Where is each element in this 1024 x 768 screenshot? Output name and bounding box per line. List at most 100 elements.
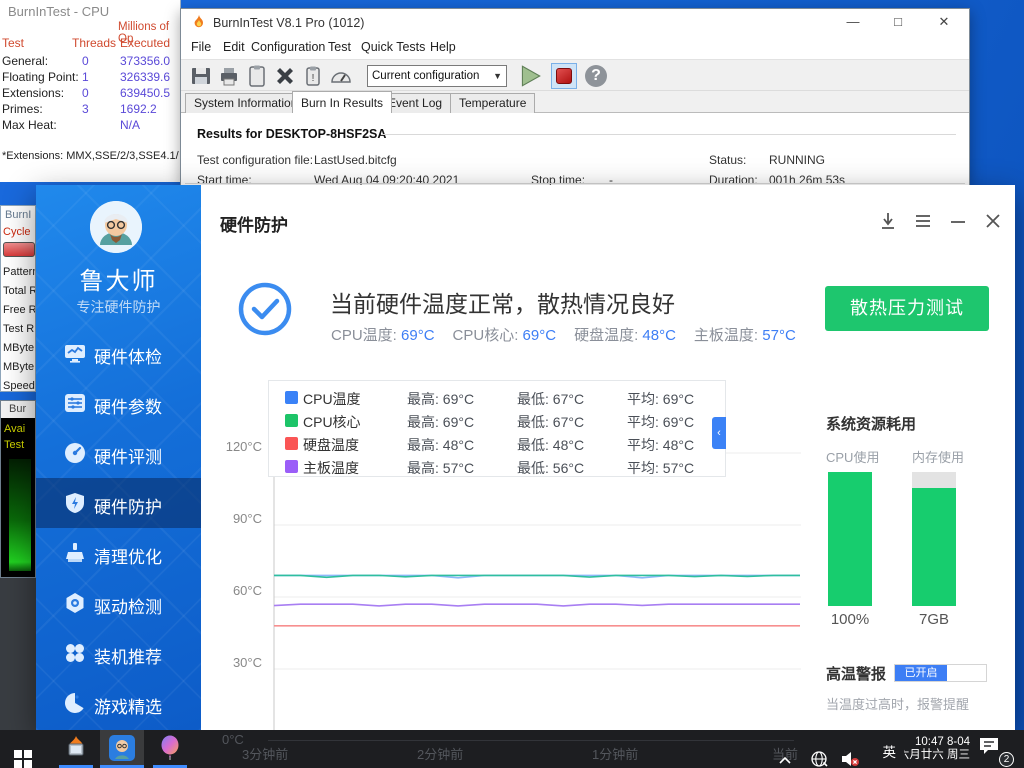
y-tick: 120°C bbox=[218, 439, 262, 454]
burnintest-memory-window: BurnI Cycle Pattern Total R Free R Test … bbox=[0, 205, 36, 392]
cpu-usage-bar bbox=[828, 472, 872, 606]
extensions-footnote: *Extensions: MMX,SSE/2/3,SSE4.1/ bbox=[2, 150, 179, 162]
menu-icon[interactable] bbox=[913, 211, 933, 231]
config-file-label: Test configuration file: bbox=[197, 153, 313, 167]
status-value: RUNNING bbox=[769, 153, 825, 167]
chart-y-zero-label: 0°C bbox=[222, 732, 244, 747]
legend-swatch bbox=[285, 414, 298, 427]
configuration-dropdown[interactable]: Current configuration ▼ bbox=[367, 65, 507, 87]
close-icon[interactable] bbox=[983, 211, 1003, 231]
sidebar-item-hardware-protection[interactable]: 硬件防护 bbox=[36, 478, 201, 528]
alarm-toggle[interactable]: 已开启 bbox=[894, 664, 987, 682]
svg-text:!: ! bbox=[312, 73, 315, 84]
check-circle-icon bbox=[237, 281, 293, 337]
temperature-summary: CPU温度: 69°CCPU核心: 69°C硬盘温度: 48°C主板温度: 57… bbox=[331, 324, 814, 345]
maximize-button[interactable]: □ bbox=[881, 9, 915, 37]
col-threads: Threads bbox=[72, 36, 116, 50]
sidebar-item-hardware-params[interactable]: 硬件参数 bbox=[36, 378, 201, 428]
taskbar-burnintest-icon[interactable] bbox=[54, 730, 98, 768]
start-icon[interactable] bbox=[14, 740, 32, 768]
legend-row: 硬盘温度最高: 48°C最低: 48°C平均: 48°C bbox=[269, 433, 727, 456]
sidebar-item-driver-detect[interactable]: 驱动检测 bbox=[36, 578, 201, 628]
tab-system-information[interactable]: System Information bbox=[185, 93, 306, 113]
sidebar-item-clean-optimize[interactable]: 清理优化 bbox=[36, 528, 201, 578]
nut-icon bbox=[64, 592, 86, 614]
taskbar: 0°C 3分钟前 2分钟前 1分钟前 当前 英 8-04 10:47 六月廿六 … bbox=[0, 730, 1024, 768]
burnintest-window: BurnInTest V8.1 Pro (1012) — □ ✕ File Ed… bbox=[180, 8, 970, 185]
menu-test[interactable]: Test bbox=[328, 40, 351, 54]
results-title: Results for DESKTOP-8HSF2SA bbox=[197, 127, 386, 141]
minimize-button[interactable]: — bbox=[836, 9, 870, 37]
sidebar-item-hardware-benchmark[interactable]: 硬件评测 bbox=[36, 428, 201, 478]
activity-bar bbox=[9, 459, 31, 571]
window-title: Bur bbox=[1, 401, 36, 418]
taskbar-balloon-icon[interactable] bbox=[148, 730, 192, 768]
sidebar-item-game-select[interactable]: 游戏精选 bbox=[36, 678, 201, 728]
show-hidden-icons-chevron[interactable] bbox=[778, 742, 792, 768]
chart-x-label: 3分钟前 bbox=[242, 744, 288, 763]
menu-quick-tests[interactable]: Quick Tests bbox=[361, 40, 425, 54]
alarm-title: 高温警报 bbox=[826, 663, 886, 684]
gauge-icon bbox=[64, 442, 86, 464]
notification-center-icon[interactable]: 2 bbox=[978, 737, 1012, 763]
help-icon[interactable]: ? bbox=[585, 65, 607, 87]
col-test: Test bbox=[2, 36, 24, 50]
status-headline: 当前硬件温度正常，散热情况良好 bbox=[330, 285, 675, 319]
menu-configuration[interactable]: Configuration bbox=[251, 40, 325, 54]
close-button[interactable]: ✕ bbox=[927, 9, 961, 37]
taskbar-clock[interactable]: 8-04 10:47 六月廿六 周三 bbox=[904, 730, 970, 768]
y-tick: 30°C bbox=[218, 655, 262, 670]
save-icon[interactable] bbox=[189, 64, 213, 88]
game-icon bbox=[64, 692, 86, 714]
ludashi-window: 鲁大师 专注硬件防护 硬件体检 硬件参数 硬件评测 硬件防护 清理优化 驱动检测 bbox=[36, 185, 1015, 730]
memory-usage-fill bbox=[912, 488, 956, 606]
cycle-label: Cycle bbox=[3, 226, 31, 238]
play-icon[interactable] bbox=[517, 63, 543, 89]
legend-swatch bbox=[285, 437, 298, 450]
sidebar-item-build-recommend[interactable]: 装机推荐 bbox=[36, 628, 201, 678]
burnintest-disk-window: Bur Avai Test bbox=[0, 400, 36, 578]
taskbar-ludashi-icon[interactable] bbox=[100, 730, 144, 768]
clipboard-icon[interactable] bbox=[245, 64, 269, 88]
titlebar[interactable]: BurnInTest V8.1 Pro (1012) — □ ✕ bbox=[181, 9, 969, 37]
status-label: Status: bbox=[709, 153, 746, 167]
globe-no-internet-icon[interactable] bbox=[810, 740, 828, 768]
legend-row: CPU温度最高: 69°C最低: 67°C平均: 69°C bbox=[269, 387, 727, 410]
cpu-usage-fill bbox=[828, 472, 872, 606]
tab-temperature[interactable]: Temperature bbox=[450, 93, 535, 113]
legend-collapse-tab[interactable]: ‹ bbox=[712, 417, 726, 449]
cpu-usage-label: CPU使用 bbox=[826, 447, 879, 466]
stress-test-button[interactable]: 散热压力测试 bbox=[825, 286, 989, 331]
download-icon[interactable] bbox=[878, 211, 898, 231]
menu-help[interactable]: Help bbox=[430, 40, 456, 54]
menu-edit[interactable]: Edit bbox=[223, 40, 245, 54]
four-grid-icon bbox=[64, 642, 86, 664]
legend-row: 主板温度最高: 57°C最低: 56°C平均: 57°C bbox=[269, 456, 727, 479]
delete-icon[interactable] bbox=[273, 64, 297, 88]
speaker-muted-icon[interactable] bbox=[840, 740, 860, 768]
sidebar: 鲁大师 专注硬件防护 硬件体检 硬件参数 硬件评测 硬件防护 清理优化 驱动检测 bbox=[36, 185, 201, 730]
sliders-icon bbox=[64, 392, 86, 414]
input-language-indicator[interactable]: 英 bbox=[883, 730, 897, 768]
avatar bbox=[90, 201, 142, 253]
legend-swatch bbox=[285, 391, 298, 404]
toolbar: ! Current configuration ▼ ? bbox=[181, 59, 969, 91]
test-duty-icon[interactable]: ! bbox=[301, 64, 325, 88]
memory-usage-label: 内存使用 bbox=[912, 447, 964, 466]
sidebar-item-hardware-check[interactable]: 硬件体检 bbox=[36, 328, 201, 378]
gauge-icon[interactable] bbox=[329, 64, 353, 88]
memory-usage-bar bbox=[912, 472, 956, 606]
minimize-icon[interactable] bbox=[948, 211, 968, 231]
chart-axis-line bbox=[268, 740, 794, 741]
progress-bar bbox=[3, 242, 35, 257]
page-title: 硬件防护 bbox=[220, 211, 288, 236]
tab-burn-in-results[interactable]: Burn In Results bbox=[292, 91, 392, 113]
menu-file[interactable]: File bbox=[191, 40, 211, 54]
chevron-down-icon: ▼ bbox=[493, 66, 502, 86]
print-icon[interactable] bbox=[217, 64, 241, 88]
stop-icon[interactable] bbox=[551, 63, 577, 89]
menubar: File Edit Configuration Test Quick Tests… bbox=[181, 37, 969, 59]
desktop-area bbox=[0, 578, 36, 730]
alarm-description: 当温度过高时，报警提醒 bbox=[826, 694, 969, 713]
cpu-usage-value: 100% bbox=[828, 611, 872, 628]
